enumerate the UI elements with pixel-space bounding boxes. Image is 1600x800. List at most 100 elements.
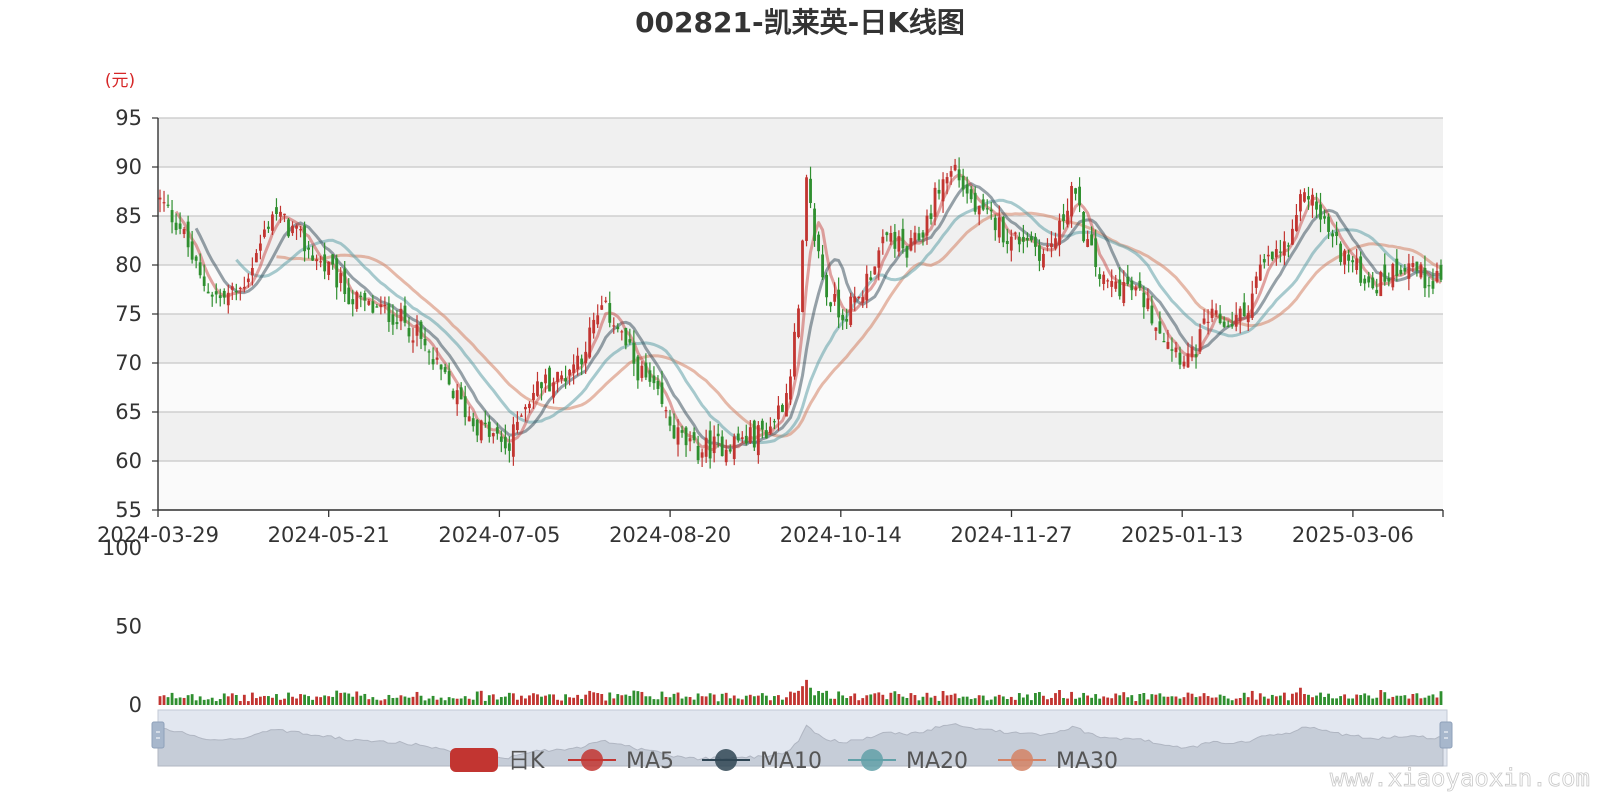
candle-body	[1046, 245, 1049, 247]
volume-bar	[246, 701, 250, 705]
volume-bar	[536, 694, 539, 705]
x-tick-label: 2024-03-29	[97, 523, 219, 547]
volume-bar	[672, 693, 676, 705]
candle-body	[1130, 280, 1134, 291]
candle-body	[459, 387, 463, 400]
candle-body	[1158, 321, 1162, 334]
candle-body	[1238, 308, 1242, 322]
volume-bar	[1066, 698, 1069, 705]
volume-bar	[853, 693, 857, 705]
slider-handle-grip[interactable]	[151, 721, 165, 749]
candle-body	[375, 306, 379, 308]
candle-body	[760, 420, 764, 430]
legend-marker-icon	[861, 749, 883, 771]
legend-label: MA5	[626, 749, 674, 774]
volume-bar	[756, 695, 760, 705]
candle-body	[1038, 245, 1041, 261]
volume-bar	[483, 700, 487, 705]
volume-bar	[1339, 696, 1343, 705]
legend-candle-icon	[450, 748, 498, 772]
candle-body	[576, 355, 580, 370]
volume-bar	[343, 692, 347, 705]
candle-body	[1009, 236, 1013, 251]
candle-body	[1375, 289, 1379, 294]
plot-band	[158, 461, 1443, 510]
volume-bar	[339, 692, 343, 705]
candle-body	[901, 228, 905, 249]
volume-bar	[989, 699, 993, 705]
volume-bar	[857, 700, 861, 705]
candle-body	[1166, 341, 1170, 349]
volume-bar	[206, 699, 210, 705]
volume-bar	[809, 687, 812, 705]
volume-bar	[503, 696, 507, 705]
plot-band	[158, 216, 1443, 265]
volume-bar	[1367, 695, 1371, 705]
candle-body	[463, 396, 467, 418]
volume-bar	[881, 694, 885, 705]
volume-bar	[728, 698, 732, 705]
volume-bar	[1090, 697, 1094, 705]
candle-body	[1258, 264, 1262, 281]
candle-body	[1190, 346, 1194, 358]
volume-bar	[214, 701, 218, 705]
volume-bar	[1238, 697, 1242, 705]
volume-bar	[295, 698, 298, 705]
volume-bar	[961, 696, 965, 705]
candle	[797, 304, 800, 339]
volume-bar	[1218, 694, 1222, 705]
candle-body	[740, 437, 744, 439]
slider-handle-grip[interactable]	[1439, 721, 1453, 749]
candle-body	[540, 382, 543, 389]
volume-bar	[1222, 695, 1226, 705]
candle-body	[1138, 280, 1142, 288]
volume-bar	[1286, 700, 1290, 705]
slider-right-handle[interactable]	[1439, 721, 1453, 749]
candle-body	[367, 300, 371, 305]
volume-bar	[1046, 699, 1049, 705]
volume-bar	[1210, 697, 1214, 705]
volume-bar	[668, 697, 672, 705]
candle-body	[1367, 276, 1371, 283]
candle-body	[825, 274, 829, 298]
legend-item[interactable]: MA20	[848, 749, 968, 774]
candle-body	[1391, 264, 1395, 288]
candle-body	[347, 287, 351, 305]
candle-body	[1194, 354, 1198, 357]
volume-bar	[459, 698, 463, 705]
volume-bar	[1110, 698, 1114, 705]
volume-bar	[283, 698, 286, 705]
legend-item[interactable]: 日K	[450, 748, 545, 774]
volume-bar	[1403, 695, 1407, 705]
candle-body	[1202, 318, 1206, 324]
volume-bar	[491, 694, 495, 705]
candle-body	[1013, 232, 1017, 234]
candle-body	[1278, 251, 1282, 253]
candle-body	[1323, 216, 1326, 219]
volume-bar	[319, 697, 323, 705]
candle-body	[407, 328, 411, 337]
volume-bar	[560, 700, 563, 705]
legend-item[interactable]: MA30	[998, 749, 1118, 774]
candle-body	[1242, 302, 1246, 317]
candle-body	[275, 207, 278, 215]
candle-body	[487, 421, 491, 437]
candle-body	[801, 240, 804, 313]
volume-bar	[1074, 698, 1077, 705]
volume-bar	[720, 693, 724, 705]
volume-bar	[174, 698, 178, 705]
legend-item[interactable]: MA10	[702, 749, 822, 774]
plot-band	[158, 167, 1443, 216]
candle-body	[813, 208, 816, 241]
candle-body	[732, 436, 736, 459]
volume-bar	[873, 693, 877, 705]
candle-body	[399, 308, 403, 322]
volume-bar	[186, 695, 190, 705]
candle-body	[845, 318, 849, 322]
volume-bar	[869, 694, 873, 705]
volume-bar	[676, 692, 680, 705]
candle-body	[961, 175, 965, 190]
volume-bar	[925, 692, 929, 705]
candle-body	[957, 169, 961, 181]
slider-left-handle[interactable]	[151, 721, 165, 749]
